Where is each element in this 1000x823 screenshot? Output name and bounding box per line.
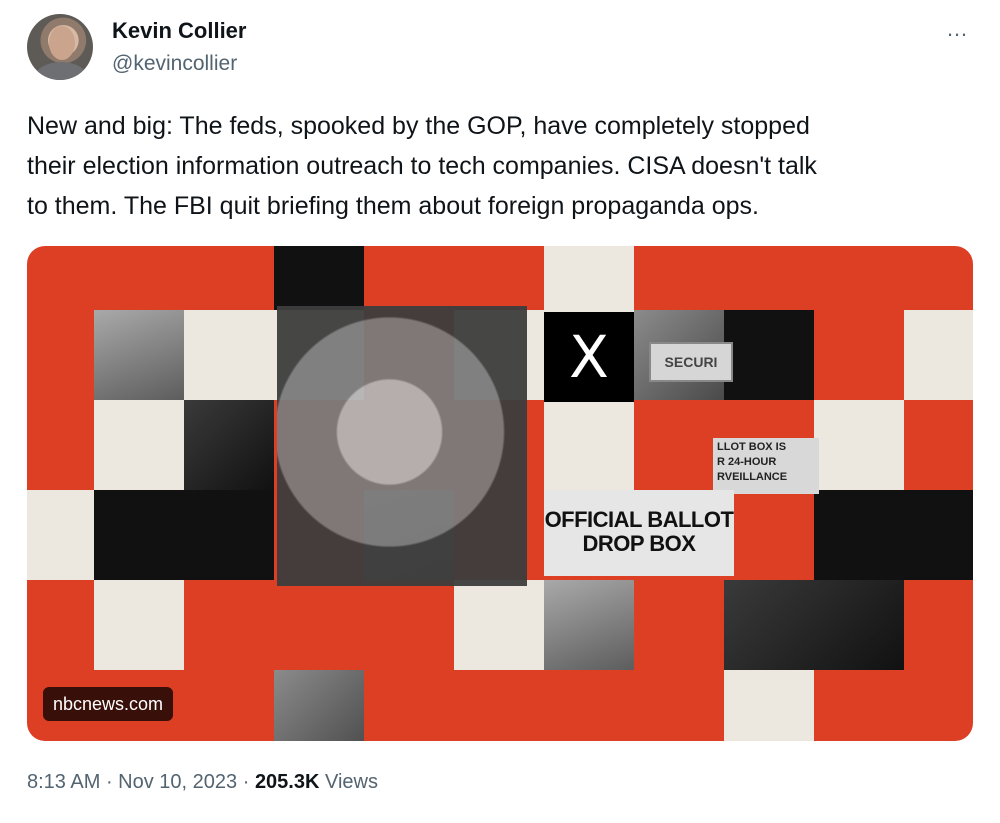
meta-separator: · <box>100 771 119 793</box>
mosaic-tile <box>724 580 904 670</box>
mosaic-tile <box>814 400 904 490</box>
mosaic-tile <box>94 580 184 670</box>
link-domain-badge[interactable]: nbcnews.com <box>43 687 174 721</box>
mosaic-tile <box>94 490 274 580</box>
mosaic-tile <box>904 310 973 400</box>
ballot-box-sign: LLOT BOX IS R 24-HOUR RVEILLANCE <box>713 438 819 494</box>
tweet-date[interactable]: Nov 10, 2023 <box>118 771 237 793</box>
mosaic-tile <box>544 580 634 670</box>
mosaic-tile <box>184 310 274 400</box>
views-count: 205.3K <box>254 771 320 793</box>
avatar-shirt <box>35 62 87 80</box>
tweet-media-card[interactable]: X SECURI LLOT BOX IS R 24-HOUR RVEILLANC… <box>27 246 973 741</box>
tweet-meta: 8:13 AM · Nov 10, 2023 · 205.3K Views <box>27 771 378 794</box>
security-sign: SECURI <box>649 342 733 382</box>
mosaic-tile <box>184 400 274 490</box>
avatar-face <box>49 26 75 60</box>
mosaic-tile <box>94 310 184 400</box>
author-avatar[interactable] <box>27 14 93 80</box>
mosaic-tile <box>544 400 634 490</box>
meta-separator: · <box>237 771 255 793</box>
more-options-icon[interactable]: … <box>946 16 969 42</box>
ballot-drop-box-sign: OFFICIAL BALLOT DROP BOX <box>544 490 734 576</box>
views-label: Views <box>325 771 378 793</box>
portrait-photo <box>277 306 527 586</box>
mosaic-tile <box>94 400 184 490</box>
mosaic-tile <box>274 670 364 741</box>
mosaic-tile <box>724 670 814 741</box>
mosaic-tile <box>814 490 904 580</box>
mosaic-tile <box>724 310 814 400</box>
mosaic-tile <box>454 580 544 670</box>
author-name[interactable]: Kevin Collier <box>112 18 246 44</box>
author-handle[interactable]: @kevincollier <box>112 52 237 76</box>
tweet-time[interactable]: 8:13 AM <box>27 771 100 793</box>
tweet-text: New and big: The feds, spooked by the GO… <box>27 112 817 220</box>
mosaic-tile <box>904 490 973 580</box>
x-logo-icon: X <box>544 312 634 402</box>
